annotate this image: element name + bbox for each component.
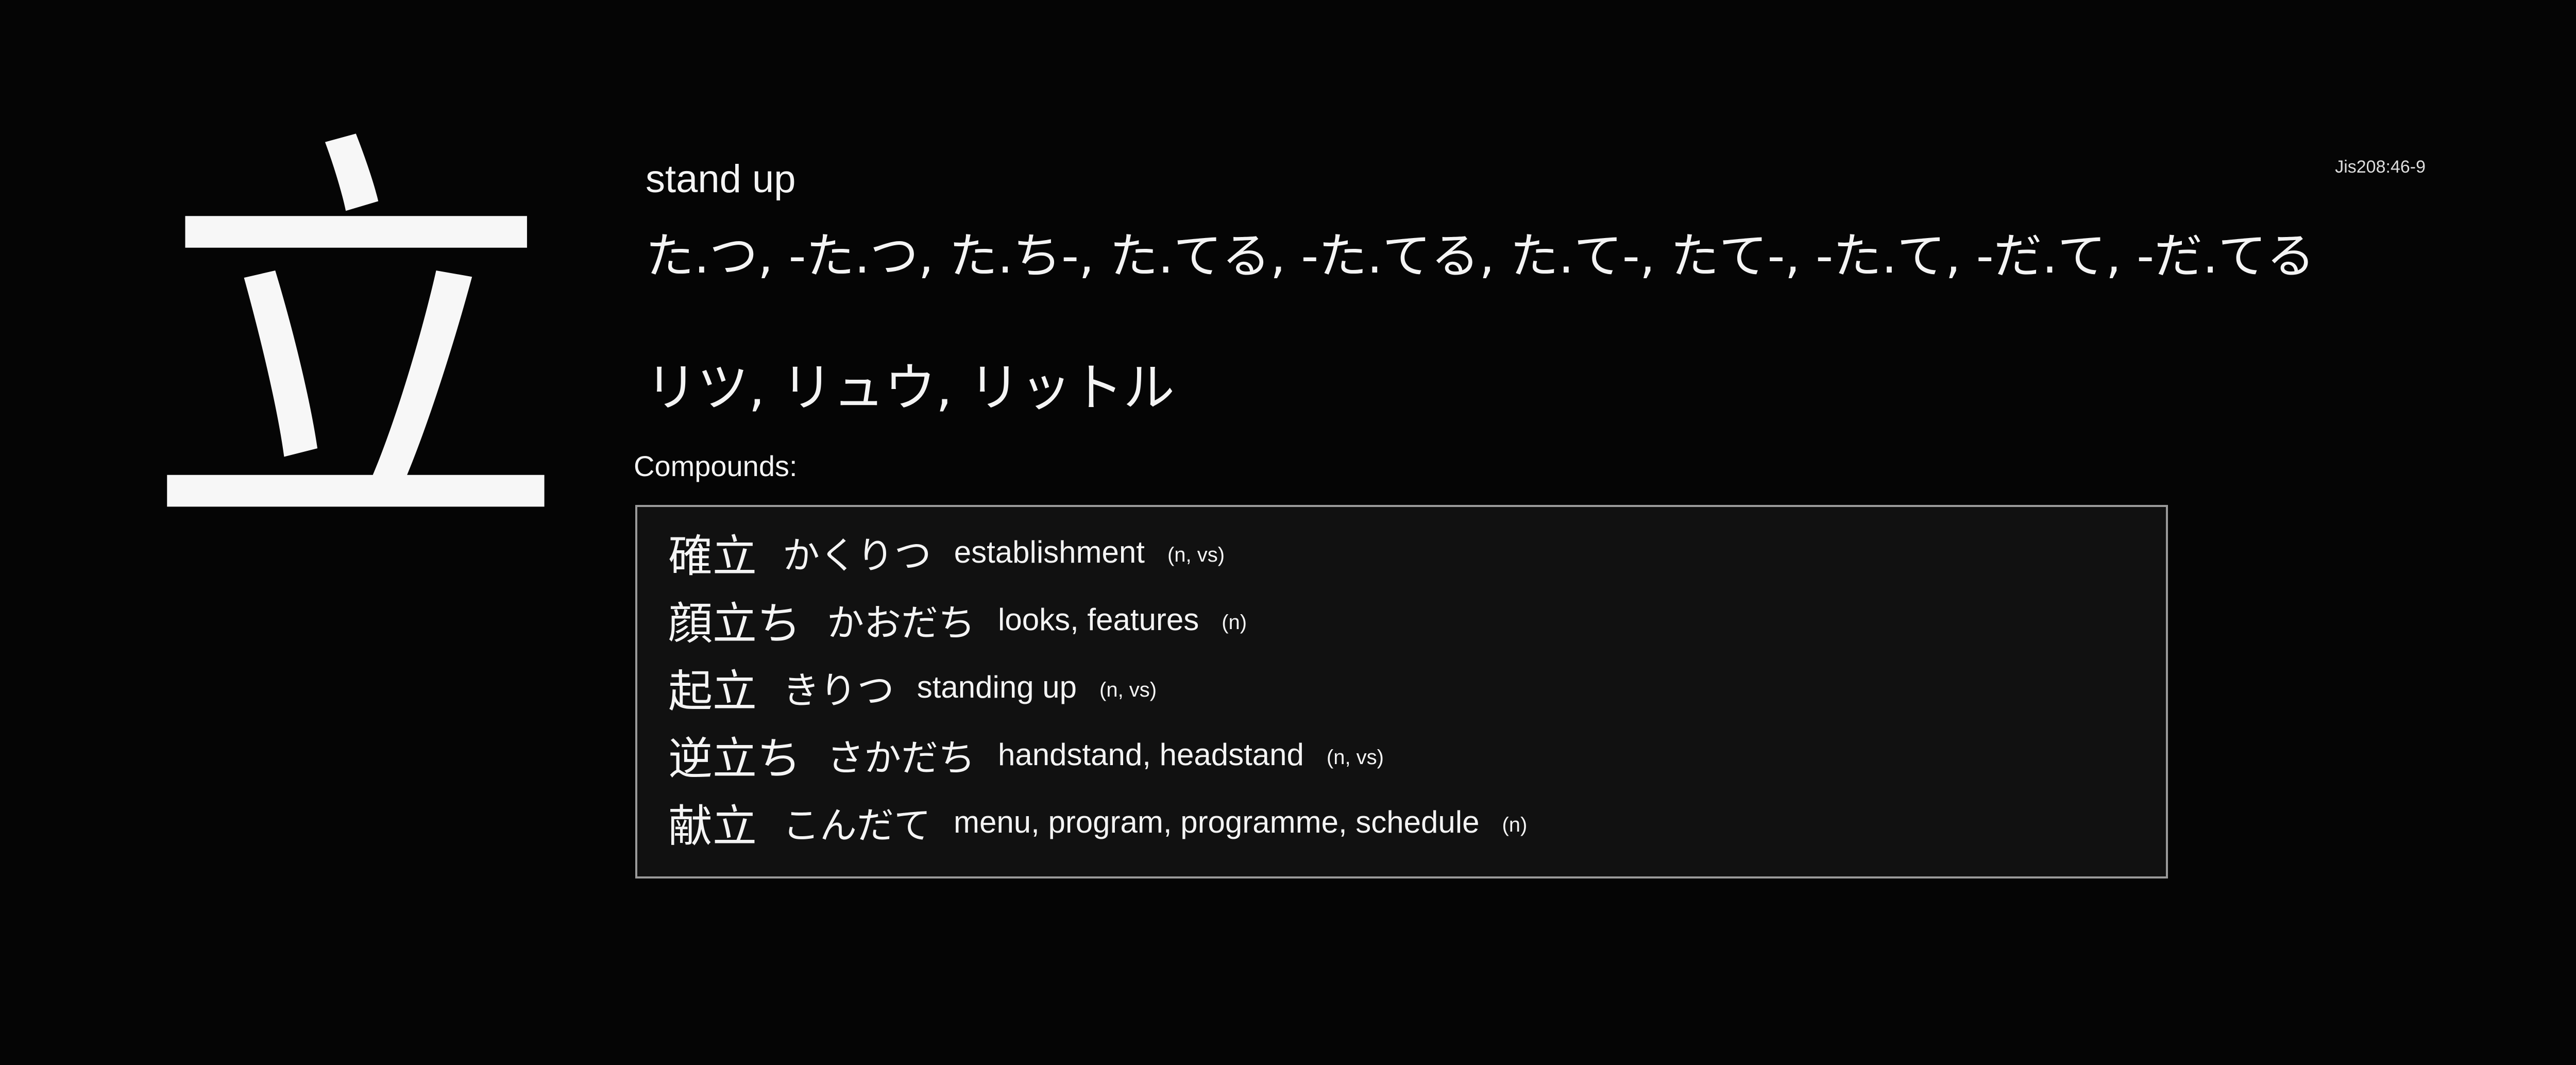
compound-gloss: establishment bbox=[954, 535, 1145, 569]
compound-pos: (n, vs) bbox=[1167, 544, 1225, 566]
compound-pos: (n, vs) bbox=[1099, 679, 1157, 701]
compound-reading: かおだち bbox=[827, 601, 976, 645]
compound-gloss: standing up bbox=[917, 670, 1077, 704]
compound-reading: かくりつ bbox=[783, 534, 931, 577]
compounds-list: 確立 かくりつ establishment (n, vs) 顔立ち かおだち l… bbox=[635, 505, 2168, 878]
jis-code: Jis208:46-9 bbox=[2335, 157, 2426, 177]
compound-word: 献立 bbox=[668, 801, 757, 852]
on-readings: リツ, リュウ, リットル bbox=[646, 358, 1175, 418]
compound-reading: きりつ bbox=[783, 669, 894, 712]
compound-pos: (n) bbox=[1222, 611, 1247, 634]
compound-word: 確立 bbox=[668, 531, 757, 582]
compound-word: 逆立ち bbox=[668, 733, 801, 785]
compound-item: 献立 こんだて menu, program, programme, schedu… bbox=[668, 788, 2166, 856]
compound-item: 確立 かくりつ establishment (n, vs) bbox=[668, 518, 2166, 586]
kanji-character: 立 bbox=[144, 99, 567, 591]
compound-item: 起立 きりつ standing up (n, vs) bbox=[668, 653, 2166, 721]
kanji-meaning: stand up bbox=[646, 157, 796, 201]
compound-word: 起立 bbox=[668, 666, 757, 717]
compound-item: 顔立ち かおだち looks, features (n) bbox=[668, 586, 2166, 653]
compound-item: 逆立ち さかだち handstand, headstand (n, vs) bbox=[668, 721, 2166, 788]
kun-readings: た.つ, -た.つ, た.ち-, た.てる, -た.てる, た.て-, たて-,… bbox=[646, 228, 2315, 284]
compound-gloss: handstand, headstand bbox=[998, 737, 1304, 772]
compound-reading: さかだち bbox=[827, 736, 976, 780]
compound-word: 顔立ち bbox=[668, 598, 801, 650]
compound-pos: (n) bbox=[1502, 814, 1528, 836]
compound-pos: (n, vs) bbox=[1326, 746, 1384, 769]
compounds-label: Compounds: bbox=[634, 450, 798, 482]
compound-gloss: looks, features bbox=[998, 602, 1199, 637]
compound-reading: こんだて bbox=[783, 804, 931, 847]
compound-gloss: menu, program, programme, schedule bbox=[954, 805, 1480, 839]
